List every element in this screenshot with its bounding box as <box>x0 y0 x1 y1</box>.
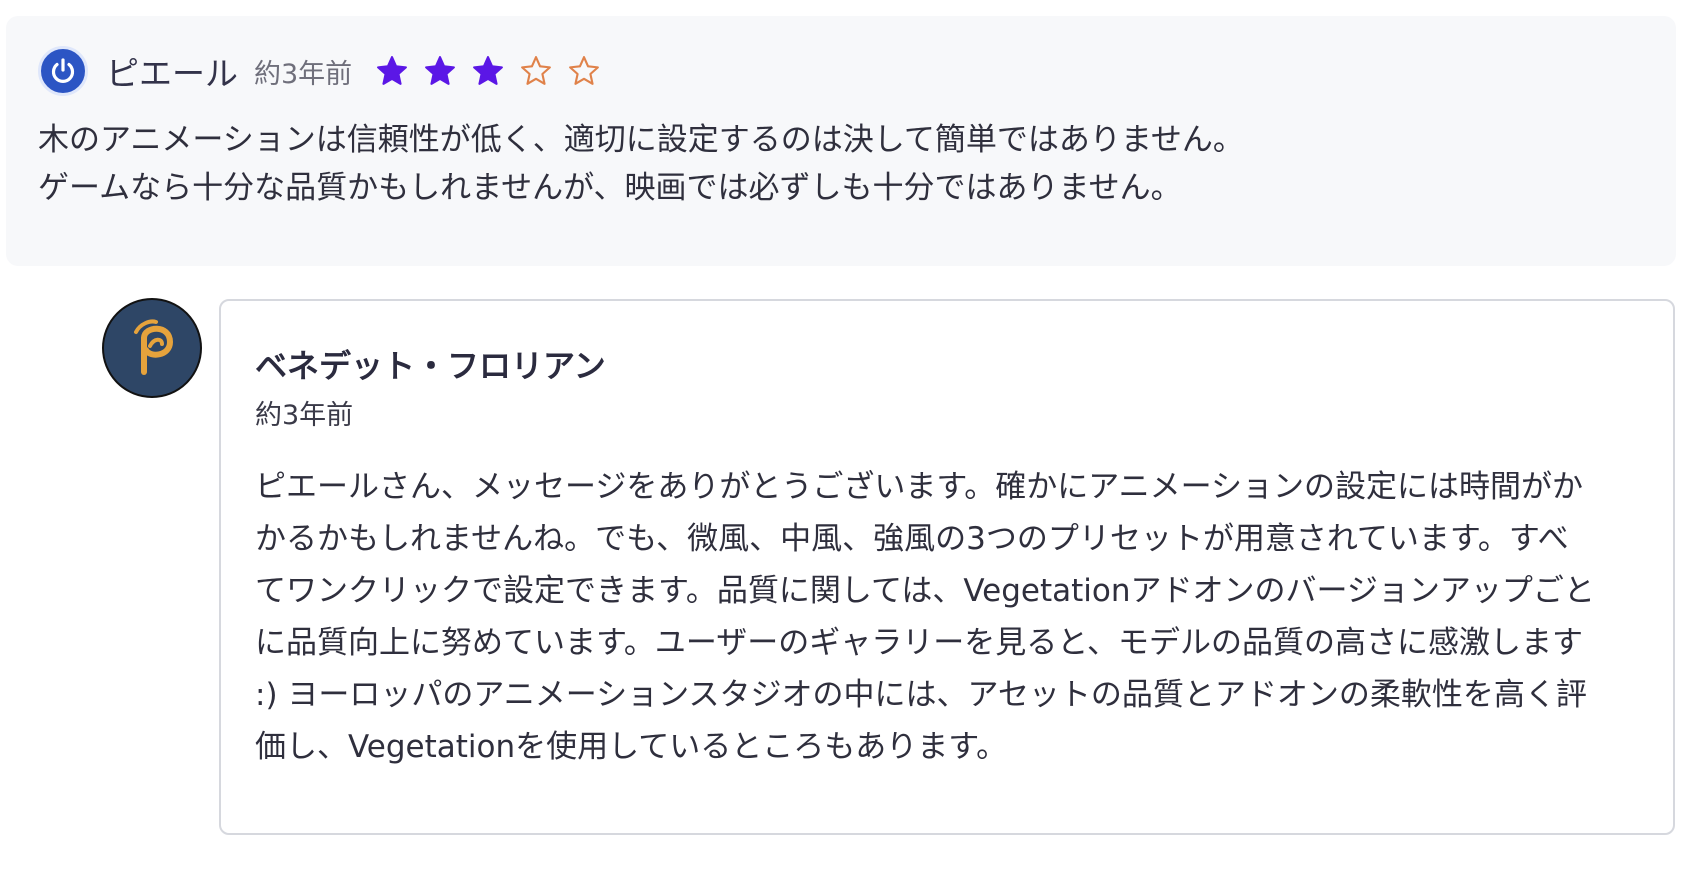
review-header: ピエール 約3年前 <box>38 46 600 96</box>
review-text: 木のアニメーションは信頼性が低く、適切に設定するのは決して簡単ではありません。 … <box>38 116 1658 212</box>
reply-author-avatar[interactable] <box>102 298 202 398</box>
reviewer-avatar[interactable] <box>38 46 88 96</box>
review-time: 約3年前 <box>254 58 353 90</box>
reply-author-name[interactable]: ベネデット・フロリアン <box>255 341 606 387</box>
review-text-line: ゲームなら十分な品質かもしれませんが、映画では必ずしも十分ではありません。 <box>38 170 1182 206</box>
star-empty-icon <box>568 55 600 87</box>
reply-card: ベネデット・フロリアン 約3年前 ピエールさん、メッセージをありがとうございます… <box>219 299 1675 835</box>
star-filled-icon <box>472 55 504 87</box>
power-icon <box>51 58 75 83</box>
reply-text-line: :) ヨーロッパのアニメーションスタジオの中には、アセットの品質とアドオンの柔軟… <box>255 677 1587 713</box>
reply-text-line: 価し、Vegetationを使用しているところもあります。 <box>255 729 1008 765</box>
star-filled-icon <box>376 55 408 87</box>
reply-text-line: てワンクリックで設定できます。品質に関しては、Vegetationアドオンのバー… <box>255 573 1595 609</box>
reply-time: 約3年前 <box>255 400 354 431</box>
review-text-line: 木のアニメーションは信頼性が低く、適切に設定するのは決して簡単ではありません。 <box>38 122 1244 158</box>
reviewer-name[interactable]: ピエール <box>106 47 238 95</box>
review-card: ピエール 約3年前 木のアニメーションは信頼性が低く、適切に設定するのは決して簡… <box>6 16 1676 266</box>
reply-text-line: に品質向上に努めています。ユーザーのギャラリーを見ると、モデルの品質の高さに感激… <box>255 625 1584 661</box>
reply-text: ピエールさん、メッセージをありがとうございます。確かにアニメーションの設定には時… <box>255 461 1645 773</box>
star-rating <box>376 55 600 87</box>
reply-text-line: ピエールさん、メッセージをありがとうございます。確かにアニメーションの設定には時… <box>255 469 1584 505</box>
reply-text-line: かるかもしれませんね。でも、微風、中風、強風の3つのプリセットが用意されています… <box>255 521 1569 557</box>
star-filled-icon <box>424 55 456 87</box>
star-empty-icon <box>520 55 552 87</box>
leaf-p-logo-icon <box>134 319 174 375</box>
